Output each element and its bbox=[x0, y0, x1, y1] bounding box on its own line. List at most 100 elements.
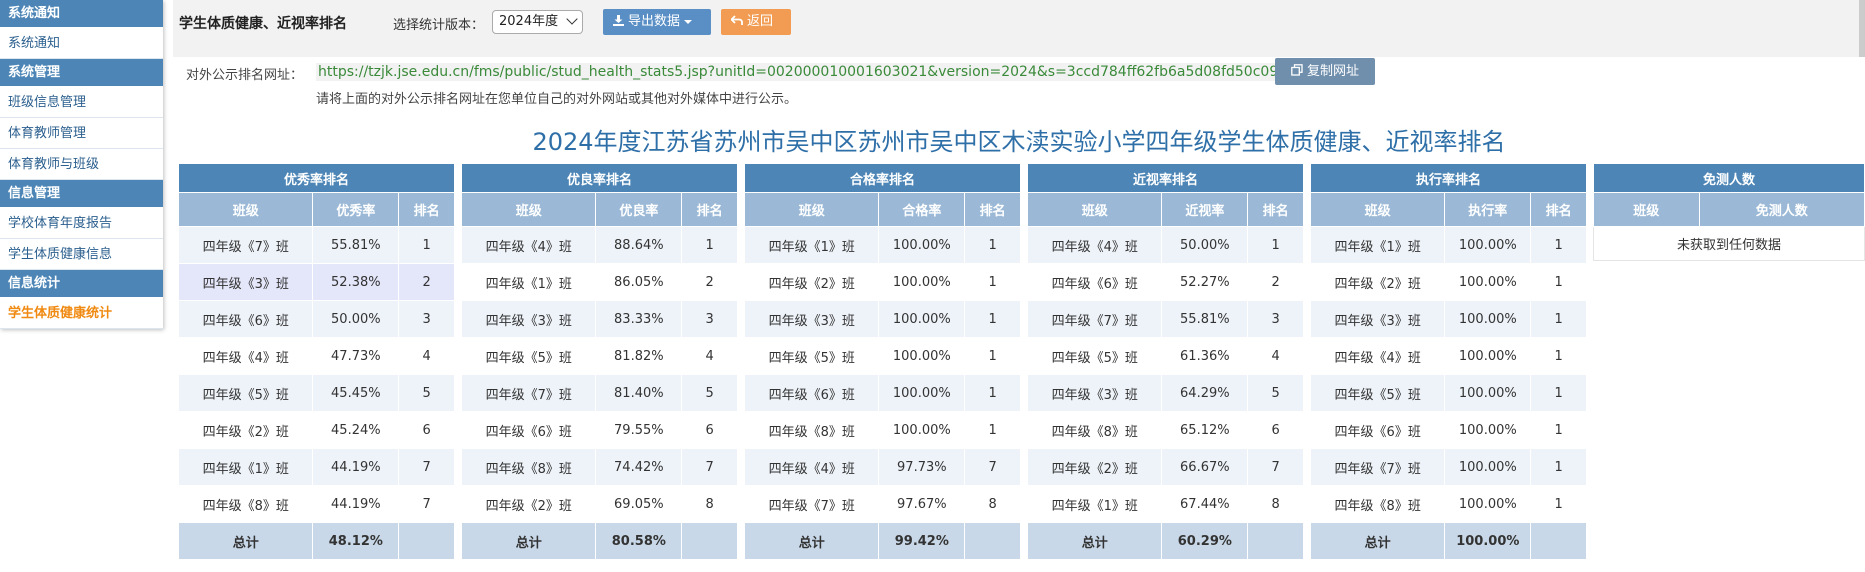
sidebar-item-annual-report[interactable]: 学校体育年度报告 bbox=[0, 208, 163, 239]
total-empty-cell bbox=[1247, 522, 1304, 560]
class-cell: 四年级《1》班 bbox=[1309, 226, 1446, 264]
table-row: 四年级《6》班 50.00% 3 bbox=[177, 300, 455, 338]
rate-cell: 52.38% bbox=[312, 263, 400, 301]
class-cell: 四年级《7》班 bbox=[460, 374, 597, 412]
table-row: 四年级《8》班 44.19% 7 bbox=[177, 485, 455, 523]
rank-cell: 4 bbox=[1247, 337, 1304, 375]
table-title: 近视率排名 bbox=[1027, 163, 1304, 193]
rate-cell: 64.29% bbox=[1161, 374, 1249, 412]
column-header: 优秀率 bbox=[312, 192, 400, 227]
total-empty-cell bbox=[681, 522, 738, 560]
exempt-count-table: 免测人数 班级 免测人数 未获取到任何数据 bbox=[1593, 163, 1865, 261]
class-cell: 四年级《8》班 bbox=[177, 485, 314, 523]
class-cell: 四年级《1》班 bbox=[460, 263, 597, 301]
rank-cell: 7 bbox=[964, 448, 1021, 486]
rate-cell: 100.00% bbox=[1444, 263, 1532, 301]
rank-cell: 3 bbox=[398, 300, 455, 338]
table-row: 四年级《5》班 81.82% 4 bbox=[460, 337, 738, 375]
back-button[interactable]: 返回 bbox=[721, 9, 791, 35]
sidebar-item-class-info[interactable]: 班级信息管理 bbox=[0, 87, 163, 118]
class-cell: 四年级《8》班 bbox=[1309, 485, 1446, 523]
public-url-text[interactable]: https://tzjk.jse.edu.cn/fms/public/stud_… bbox=[316, 63, 1330, 81]
column-header: 执行率 bbox=[1444, 192, 1532, 227]
copy-url-button[interactable]: 复制网址 bbox=[1275, 58, 1375, 85]
total-row: 总计 99.42% bbox=[743, 522, 1021, 560]
sidebar-item-health-info[interactable]: 学生体质健康信息 bbox=[0, 239, 163, 270]
table-row: 四年级《4》班 88.64% 1 bbox=[460, 226, 738, 264]
column-header: 免测人数 bbox=[1698, 192, 1865, 227]
rate-cell: 66.67% bbox=[1161, 448, 1249, 486]
rank-cell: 1 bbox=[964, 263, 1021, 301]
export-data-button[interactable]: 导出数据 bbox=[603, 9, 711, 35]
rate-cell: 100.00% bbox=[1444, 374, 1532, 412]
table-row: 四年级《1》班 100.00% 1 bbox=[1309, 226, 1587, 264]
top-toolbar: 学生体质健康、近视率排名 选择统计版本： 2024年度 导出数据 返回 bbox=[173, 0, 1865, 57]
table-row: 四年级《5》班 100.00% 1 bbox=[1309, 374, 1587, 412]
table-row: 四年级《2》班 45.24% 6 bbox=[177, 411, 455, 449]
column-header: 合格率 bbox=[878, 192, 966, 227]
table-row: 四年级《4》班 97.73% 7 bbox=[743, 448, 1021, 486]
class-cell: 四年级《4》班 bbox=[460, 226, 597, 264]
table-row: 四年级《5》班 100.00% 1 bbox=[743, 337, 1021, 375]
rate-cell: 86.05% bbox=[595, 263, 683, 301]
table-row: 四年级《3》班 64.29% 5 bbox=[1026, 374, 1304, 412]
class-cell: 四年级《5》班 bbox=[177, 374, 314, 412]
back-arrow-icon bbox=[730, 15, 743, 25]
version-select[interactable]: 2024年度 bbox=[492, 10, 583, 34]
rate-cell: 79.55% bbox=[595, 411, 683, 449]
version-select-value: 2024年度 bbox=[499, 14, 559, 29]
scrollbar[interactable] bbox=[1859, 0, 1865, 57]
table-row: 四年级《6》班 52.27% 2 bbox=[1026, 263, 1304, 301]
export-data-label: 导出数据 bbox=[628, 14, 681, 29]
class-cell: 四年级《2》班 bbox=[743, 263, 880, 301]
table-row: 四年级《5》班 61.36% 4 bbox=[1026, 337, 1304, 375]
sidebar-item-system-notice[interactable]: 系统通知 bbox=[0, 28, 163, 59]
rate-cell: 88.64% bbox=[595, 226, 683, 264]
sidebar-item-pe-teachers[interactable]: 体育教师管理 bbox=[0, 118, 163, 149]
rank-cell: 3 bbox=[681, 300, 738, 338]
rank-cell: 1 bbox=[681, 226, 738, 264]
rank-cell: 1 bbox=[964, 226, 1021, 264]
table-row: 四年级《8》班 65.12% 6 bbox=[1026, 411, 1304, 449]
table-row: 四年级《7》班 55.81% 1 bbox=[177, 226, 455, 264]
class-cell: 四年级《3》班 bbox=[1026, 374, 1163, 412]
rank-cell: 1 bbox=[1530, 411, 1587, 449]
total-value: 60.29% bbox=[1161, 522, 1249, 560]
back-label: 返回 bbox=[747, 14, 774, 29]
rank-cell: 7 bbox=[681, 448, 738, 486]
table-title: 免测人数 bbox=[1593, 163, 1865, 193]
rate-cell: 100.00% bbox=[1444, 300, 1532, 338]
rate-cell: 100.00% bbox=[1444, 337, 1532, 375]
table-row: 四年级《4》班 100.00% 1 bbox=[1309, 337, 1587, 375]
rank-cell: 5 bbox=[681, 374, 738, 412]
column-header: 排名 bbox=[964, 192, 1021, 227]
no-data-message: 未获取到任何数据 bbox=[1593, 226, 1865, 261]
total-empty-cell bbox=[1530, 522, 1587, 560]
rate-cell: 100.00% bbox=[1444, 411, 1532, 449]
total-label: 总计 bbox=[743, 522, 880, 560]
column-header: 班级 bbox=[177, 192, 314, 227]
total-value: 80.58% bbox=[595, 522, 683, 560]
rank-cell: 1 bbox=[964, 411, 1021, 449]
class-cell: 四年级《6》班 bbox=[460, 411, 597, 449]
class-cell: 四年级《3》班 bbox=[743, 300, 880, 338]
class-cell: 四年级《7》班 bbox=[743, 485, 880, 523]
class-cell: 四年级《3》班 bbox=[177, 263, 314, 301]
rate-cell: 97.67% bbox=[878, 485, 966, 523]
rank-cell: 1 bbox=[1530, 374, 1587, 412]
rank-cell: 4 bbox=[398, 337, 455, 375]
rank-cell: 1 bbox=[1530, 263, 1587, 301]
rate-cell: 45.24% bbox=[312, 411, 400, 449]
rate-cell: 100.00% bbox=[878, 337, 966, 375]
table-title: 执行率排名 bbox=[1310, 163, 1587, 193]
class-cell: 四年级《2》班 bbox=[1309, 263, 1446, 301]
rate-cell: 52.27% bbox=[1161, 263, 1249, 301]
table-title: 合格率排名 bbox=[744, 163, 1021, 193]
class-cell: 四年级《5》班 bbox=[743, 337, 880, 375]
sidebar-item-health-stats[interactable]: 学生体质健康统计 bbox=[0, 298, 163, 329]
public-url-label: 对外公示排名网址： bbox=[186, 68, 304, 83]
class-cell: 四年级《8》班 bbox=[460, 448, 597, 486]
class-cell: 四年级《2》班 bbox=[1026, 448, 1163, 486]
page-title: 学生体质健康、近视率排名 bbox=[179, 16, 347, 32]
sidebar-item-teacher-class[interactable]: 体育教师与班级 bbox=[0, 149, 163, 180]
